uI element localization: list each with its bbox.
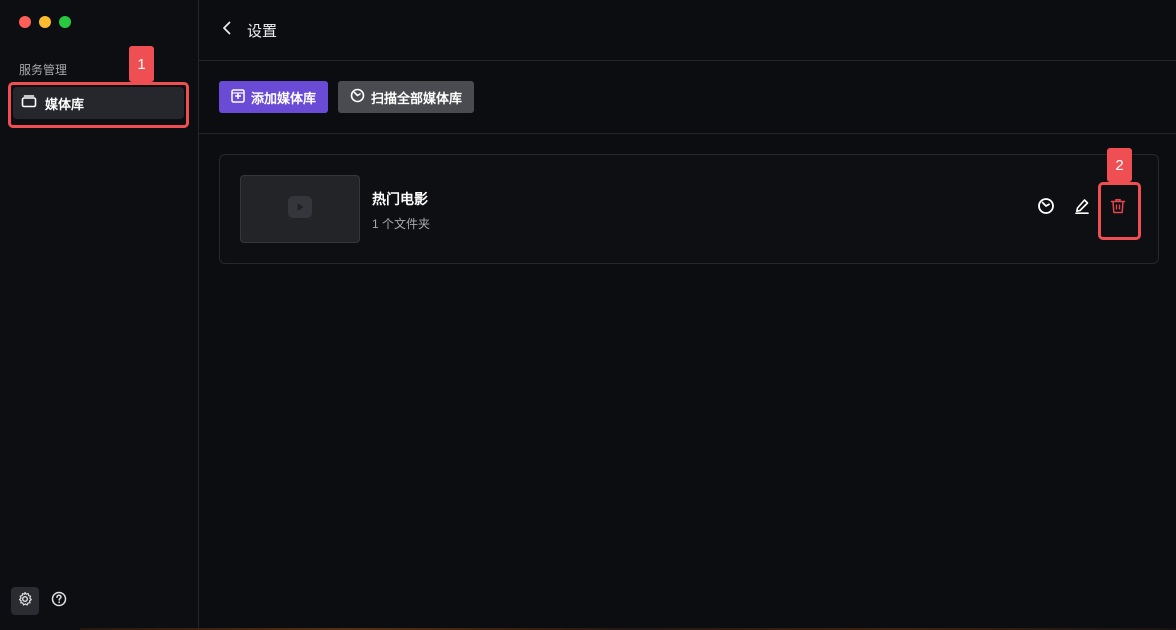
toolbar: 添加媒体库 扫描全部媒体库 — [199, 61, 1176, 134]
play-icon — [287, 195, 313, 224]
main-content: 设置 添加媒体库 扫描全部媒体库 热门电影 1 个文件夹 — [199, 0, 1176, 630]
library-actions — [1036, 197, 1128, 220]
scan-all-label: 扫描全部媒体库 — [371, 90, 463, 106]
scan-library-button[interactable] — [1036, 197, 1056, 220]
sidebar-section-label: 服务管理 — [19, 63, 68, 77]
scan-icon — [1037, 197, 1055, 220]
chevron-left-icon — [222, 21, 232, 40]
sidebar-item-label: 媒体库 — [45, 96, 85, 112]
page-title: 设置 — [247, 22, 278, 40]
zoom-window-button[interactable] — [59, 16, 71, 28]
app-window: 服务管理 媒体库 设置 添加媒体库 扫描全部媒体库 热门电影 1 个文件夹 1 … — [0, 0, 1176, 630]
scan-all-button[interactable]: 扫描全部媒体库 — [338, 81, 475, 113]
annotation-tag-1: 1 — [129, 46, 154, 82]
edit-library-button[interactable] — [1072, 198, 1092, 218]
delete-library-button[interactable] — [1108, 198, 1128, 218]
sidebar-item-media-library[interactable]: 媒体库 — [13, 87, 184, 119]
library-thumbnail — [240, 175, 360, 243]
help-button[interactable] — [45, 587, 73, 615]
close-window-button[interactable] — [19, 16, 31, 28]
add-box-icon — [231, 88, 245, 106]
gear-icon — [17, 591, 33, 612]
settings-button[interactable] — [11, 587, 39, 615]
window-controls — [19, 16, 71, 28]
back-button[interactable] — [219, 21, 235, 40]
add-library-label: 添加媒体库 — [251, 90, 317, 106]
library-card[interactable]: 热门电影 1 个文件夹 — [219, 154, 1159, 264]
help-icon — [51, 591, 67, 612]
edit-icon — [1073, 197, 1091, 220]
minimize-window-button[interactable] — [39, 16, 51, 28]
add-library-button[interactable]: 添加媒体库 — [219, 81, 329, 113]
sidebar: 服务管理 媒体库 — [0, 0, 199, 630]
media-library-icon — [21, 94, 37, 113]
scan-icon — [350, 88, 365, 106]
delete-icon — [1109, 197, 1127, 220]
sidebar-footer — [11, 587, 73, 615]
library-name: 热门电影 — [372, 191, 428, 207]
annotation-tag-2: 2 — [1107, 148, 1132, 182]
library-folder-count: 1 个文件夹 — [372, 217, 431, 231]
page-header: 设置 — [199, 0, 1176, 61]
